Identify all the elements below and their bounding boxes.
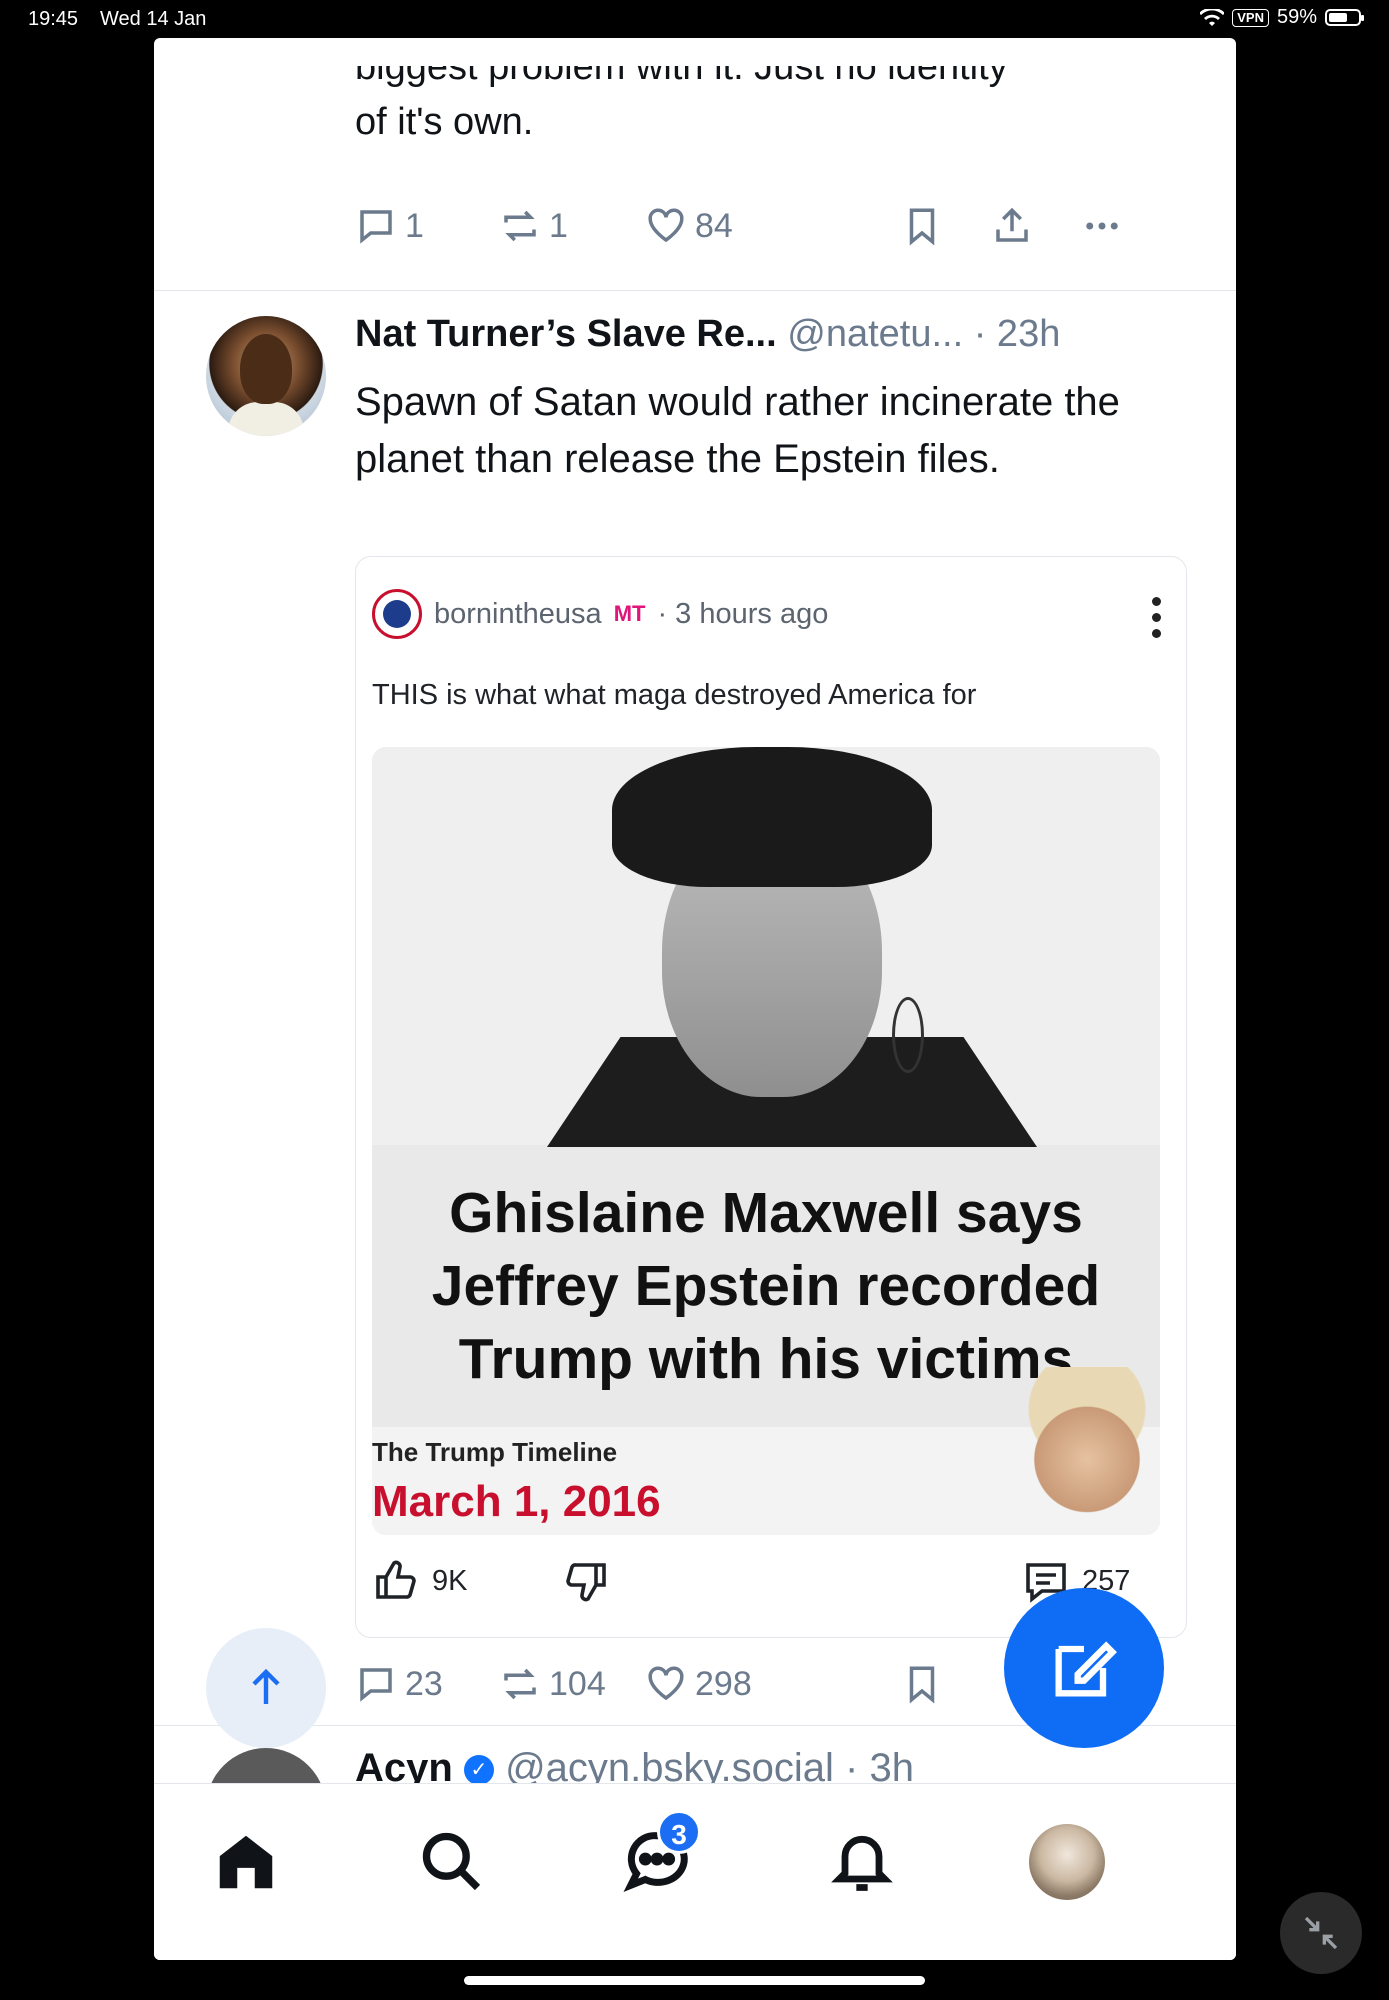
source-user: bornintheusa <box>434 597 602 630</box>
previous-post-text: biggest problem with it. Just no identit… <box>355 66 1008 143</box>
nav-notifications[interactable] <box>822 1822 902 1902</box>
home-icon <box>219 1835 273 1889</box>
author-name[interactable]: Nat Turner’s Slave Re... <box>355 313 777 355</box>
vpn-badge: VPN <box>1232 8 1269 27</box>
feed-post[interactable]: Nat Turner’s Slave Re... @natetu... · 23… <box>154 291 1236 1726</box>
thumbs-down-icon <box>566 1563 606 1602</box>
embedded-image-card[interactable]: bornintheusa MT · 3 hours ago THIS is wh… <box>355 556 1187 1638</box>
app-window: biggest problem with it. Just no identit… <box>154 38 1236 1960</box>
post-time: · 23h <box>973 313 1061 355</box>
share-button[interactable] <box>991 205 1033 247</box>
bookmark-button[interactable] <box>901 1663 943 1705</box>
status-bar: 19:45 Wed 14 Jan VPN 59% <box>0 0 1389 38</box>
scroll-to-top-button[interactable] <box>206 1628 326 1748</box>
share-icon <box>996 207 1028 242</box>
bookmark-button[interactable] <box>901 205 943 247</box>
previous-post[interactable]: biggest problem with it. Just no identit… <box>154 38 1236 291</box>
repost-icon <box>504 1668 536 1700</box>
reply-button[interactable]: 23 <box>355 1663 443 1705</box>
embed-header: bornintheusa MT · 3 hours ago <box>372 589 828 639</box>
compose-icon <box>1055 1641 1117 1697</box>
embed-thumbs-up: 9K <box>372 1557 467 1605</box>
bookmark-icon <box>909 208 935 246</box>
bookmark-icon <box>909 1666 935 1704</box>
portrait-photo <box>372 747 1160 1147</box>
source-tag: MT <box>613 601 646 626</box>
nav-profile[interactable] <box>1027 1822 1107 1902</box>
battery-percent: 59% <box>1276 6 1317 28</box>
heart-icon <box>648 1666 684 1701</box>
wifi-icon <box>1200 8 1225 26</box>
embed-more-icon <box>1152 597 1162 645</box>
repost-button[interactable]: 104 <box>499 1663 606 1705</box>
nav-search[interactable] <box>412 1822 492 1902</box>
post-text: Spawn of Satan would rather incinerate t… <box>355 380 1120 481</box>
embed-thumbs-down <box>562 1557 610 1605</box>
source-time: · 3 hours ago <box>657 597 829 630</box>
more-icon <box>1086 222 1118 230</box>
heart-icon <box>648 208 684 243</box>
previous-post-actions: 1 1 84 <box>355 198 1175 254</box>
home-indicator[interactable] <box>464 1976 925 1985</box>
search-icon <box>422 1832 481 1891</box>
bell-icon <box>831 1835 893 1891</box>
collapse-arrows-icon <box>1304 1916 1338 1950</box>
profile-avatar <box>1029 1824 1105 1900</box>
compose-button[interactable] <box>1004 1588 1164 1748</box>
arrow-up-icon <box>252 1668 280 1704</box>
reply-icon <box>360 210 392 244</box>
image-headline: Ghislaine Maxwell says Jeffrey Epstein r… <box>431 1181 1101 1391</box>
bottom-nav: 3 <box>154 1783 1236 1960</box>
author-avatar[interactable] <box>206 316 326 436</box>
battery-icon <box>1325 9 1364 26</box>
like-button[interactable]: 84 <box>645 205 733 247</box>
source-logo-icon <box>372 589 422 639</box>
timeline-title: The Trump Timeline <box>372 1437 618 1467</box>
minimize-window-button[interactable] <box>1280 1892 1362 1974</box>
verified-icon: ✓ <box>463 1755 494 1786</box>
repost-icon <box>504 210 536 242</box>
like-button[interactable]: 298 <box>645 1663 752 1705</box>
thumbs-up-icon <box>376 1560 416 1599</box>
post-header: Nat Turner’s Slave Re... @natetu... · 23… <box>355 313 1060 356</box>
nav-messages[interactable]: 3 <box>617 1810 701 1902</box>
repost-button[interactable]: 1 <box>499 205 568 247</box>
inset-photo <box>1017 1367 1157 1535</box>
timeline-date: March 1, 2016 <box>372 1477 661 1526</box>
status-time: 19:45 <box>28 8 79 30</box>
more-options-button[interactable] <box>1081 205 1123 247</box>
reply-button[interactable]: 1 <box>355 205 424 247</box>
embed-caption: THIS is what what maga destroyed America… <box>372 679 977 711</box>
author-handle[interactable]: @natetu... <box>787 313 963 355</box>
status-right: VPN 59% <box>1200 6 1364 29</box>
reply-icon <box>360 1668 392 1702</box>
messages-badge: 3 <box>657 1810 701 1854</box>
nav-home[interactable] <box>206 1822 286 1902</box>
status-date: Wed 14 Jan <box>100 8 207 30</box>
embed-image: Ghislaine Maxwell says Jeffrey Epstein r… <box>372 747 1160 1535</box>
